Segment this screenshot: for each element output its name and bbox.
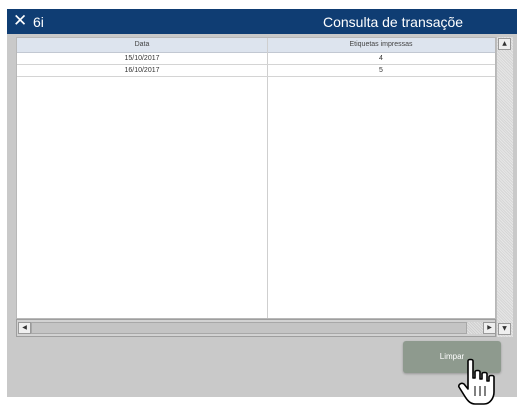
close-icon[interactable]: ✕ [13,10,27,32]
scroll-up-button[interactable]: ▲ [498,38,511,50]
column-header-data[interactable]: Data [17,38,267,52]
window-title: Consulta de transaçõe [323,14,464,30]
cell-count: 5 [379,67,383,74]
horizontal-scrollbar[interactable]: ◀ ▶ [16,319,496,337]
cell-date: 15/10/2017 [124,55,160,62]
window-number: 6i [33,14,44,30]
column-header-etiquetas[interactable]: Etiquetas impressas [267,38,495,52]
scroll-left-button[interactable]: ◀ [18,322,31,334]
table-row[interactable]: 15/10/2017 4 [17,53,495,65]
grid-header: Data Etiquetas impressas [17,38,495,53]
cell-date: 16/10/2017 [124,67,160,74]
scroll-down-button[interactable]: ▼ [498,323,511,335]
transactions-grid: Data Etiquetas impressas 15/10/2017 4 16… [16,37,496,319]
title-bar: ✕ 6i Consulta de transaçõe [7,9,517,34]
column-divider [267,38,268,318]
hand-pointer-icon [458,358,495,405]
scroll-track-grip [467,322,483,334]
cell-count: 4 [379,55,383,62]
horizontal-scroll-thumb[interactable] [31,322,467,334]
table-row[interactable]: 16/10/2017 5 [17,65,495,77]
scroll-right-button[interactable]: ▶ [483,322,496,334]
vertical-scrollbar[interactable]: ▲ ▼ [496,37,513,337]
